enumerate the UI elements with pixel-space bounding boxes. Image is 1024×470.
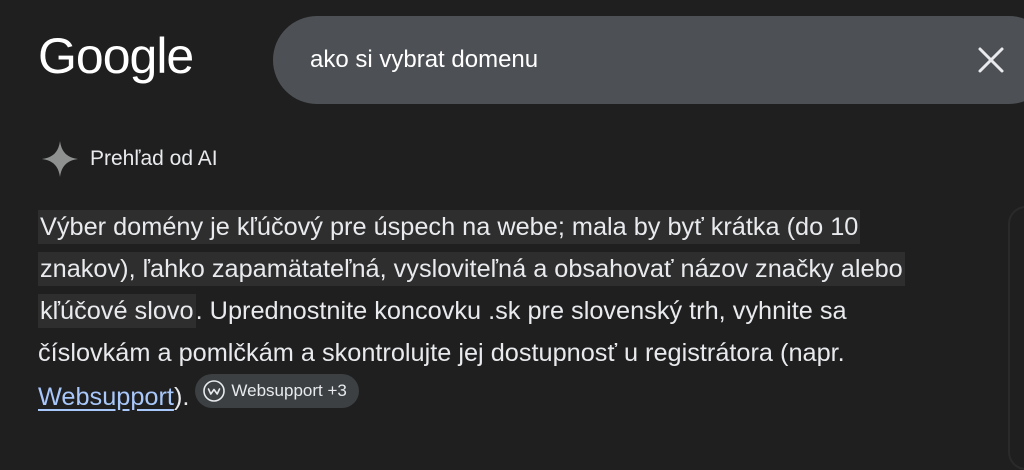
search-input[interactable]: ako si vybrat domenu bbox=[310, 44, 538, 76]
side-panel-edge bbox=[1008, 206, 1024, 470]
sparkle-icon bbox=[42, 141, 78, 177]
search-box[interactable]: ako si vybrat domenu bbox=[273, 16, 1024, 104]
ai-overview-header: Prehľad od AI bbox=[40, 138, 218, 180]
google-logo[interactable]: Google bbox=[38, 26, 194, 86]
close-icon bbox=[978, 47, 1004, 73]
clear-search-button[interactable] bbox=[973, 42, 1009, 78]
source-chip-label: Websupport +3 bbox=[231, 381, 347, 400]
answer-text-end: ). bbox=[173, 383, 190, 411]
websupport-link[interactable]: Websupport bbox=[38, 383, 174, 411]
source-chip[interactable]: Websupport +3 bbox=[195, 374, 359, 408]
ai-overview-answer: Výber domény je kľúčový pre úspech na we… bbox=[38, 206, 958, 418]
ai-overview-label: Prehľad od AI bbox=[90, 147, 218, 170]
websupport-icon bbox=[203, 380, 226, 402]
